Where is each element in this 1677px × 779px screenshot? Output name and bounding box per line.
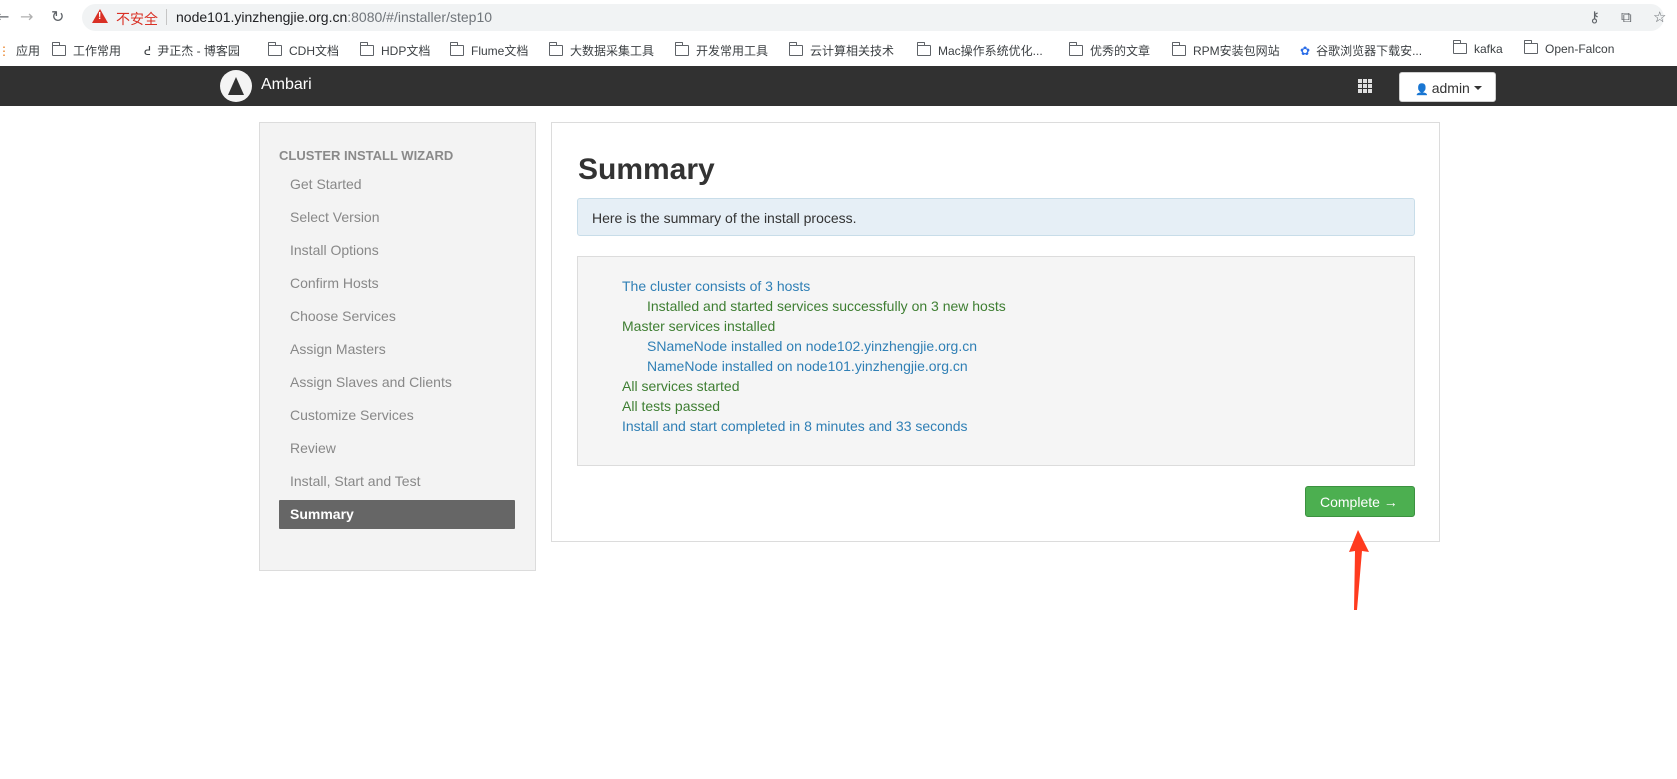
bookmark-folder[interactable]: 优秀的文章 <box>1068 42 1151 59</box>
bookmark-folder[interactable]: CDH文档 <box>267 42 339 59</box>
info-alert: Here is the summary of the install proce… <box>577 198 1415 236</box>
folder-icon <box>1068 42 1083 56</box>
bookmark-label: 谷歌浏览器下载安... <box>1316 44 1423 58</box>
summary-box: The cluster consists of 3 hosts Installe… <box>577 256 1415 466</box>
bookmark-label: 工作常用 <box>73 44 122 58</box>
wizard-sidebar: CLUSTER INSTALL WIZARD Get Started Selec… <box>259 122 536 571</box>
summary-line-snamenode: SNameNode installed on node102.yinzhengj… <box>647 338 977 354</box>
ambari-logo-icon[interactable] <box>220 70 252 102</box>
annotation-arrow-icon <box>1349 530 1369 610</box>
apps-icon: ⋮ <box>0 44 10 58</box>
sidebar-item-review[interactable]: Review <box>279 434 515 463</box>
views-grid-icon[interactable] <box>1358 79 1372 93</box>
url-path: :8080/#/installer/step10 <box>347 9 493 25</box>
folder-icon <box>449 42 464 56</box>
bookmark-label: RPM安装包网站 <box>1193 44 1280 58</box>
summary-line-tests-passed: All tests passed <box>622 398 721 414</box>
bookmark-label: Mac操作系统优化... <box>938 44 1043 58</box>
folder-icon <box>916 42 931 56</box>
bookmark-label: 云计算相关技术 <box>810 44 895 58</box>
bookmark-folder[interactable]: 开发常用工具 <box>674 42 769 59</box>
bookmark-folder[interactable]: HDP文档 <box>359 42 431 59</box>
folder-icon <box>51 42 66 56</box>
bookmark-label: 优秀的文章 <box>1090 44 1151 58</box>
brand-name[interactable]: Ambari <box>261 76 312 94</box>
summary-line-installed: Installed and started services successfu… <box>647 298 1006 314</box>
star-icon[interactable]: ☆ <box>1653 8 1666 26</box>
bookmark-folder[interactable]: 大数据采集工具 <box>548 42 655 59</box>
bookmark-label: Open-Falcon <box>1545 42 1615 56</box>
bookmark-label: Flume文档 <box>471 44 529 58</box>
folder-icon <box>267 42 282 56</box>
summary-line-masters: Master services installed <box>622 318 776 334</box>
forward-arrow-icon[interactable]: → <box>20 7 33 26</box>
sidebar-item-choose-services[interactable]: Choose Services <box>279 302 515 331</box>
complete-button[interactable]: Complete → <box>1305 486 1415 517</box>
baidu-icon: ✿ <box>1300 44 1311 58</box>
sidebar-item-summary[interactable]: Summary <box>279 500 515 529</box>
warning-icon <box>92 9 108 23</box>
caret-down-icon <box>1473 86 1482 90</box>
folder-icon <box>1171 42 1186 56</box>
user-menu-button[interactable]: 👤 admin <box>1399 72 1496 102</box>
bookmark-label: 大数据采集工具 <box>570 44 655 58</box>
folder-icon <box>674 42 689 56</box>
sidebar-title: CLUSTER INSTALL WIZARD <box>279 148 454 163</box>
user-icon: 👤 <box>1415 83 1429 96</box>
user-label: admin <box>1431 80 1470 96</box>
bookmarks-bar: ⋮ 应用 工作常用 ᕍ 尹正杰 - 博客园 CDH文档 HDP文档 Flume文档 … <box>0 36 1677 64</box>
folder-icon <box>548 42 563 56</box>
summary-line-duration: Install and start completed in 8 minutes… <box>622 418 968 434</box>
summary-line-services-started: All services started <box>622 378 740 394</box>
folder-icon <box>1523 40 1538 54</box>
sidebar-item-select-version[interactable]: Select Version <box>279 203 515 232</box>
top-navbar: Ambari 👤 admin <box>0 66 1677 106</box>
page-title: Summary <box>578 153 715 186</box>
bookmark-folder[interactable]: 云计算相关技术 <box>788 42 895 59</box>
sidebar-item-confirm-hosts[interactable]: Confirm Hosts <box>279 269 515 298</box>
key-icon[interactable]: ⚷ <box>1589 8 1600 26</box>
folder-icon <box>788 42 803 56</box>
bookmark-folder[interactable]: Mac操作系统优化... <box>916 42 1043 59</box>
sidebar-item-install-options[interactable]: Install Options <box>279 236 515 265</box>
reload-icon[interactable]: ↻ <box>51 7 64 26</box>
browser-toolbar: ← → ↻ 不安全 node101.yinzhengjie.org.cn:808… <box>0 0 1677 34</box>
sidebar-item-assign-slaves[interactable]: Assign Slaves and Clients <box>279 368 515 397</box>
sidebar-item-assign-masters[interactable]: Assign Masters <box>279 335 515 364</box>
translate-icon[interactable]: ⧉ <box>1621 8 1632 26</box>
bookmark-label: 应用 <box>16 44 41 58</box>
summary-line-hosts: The cluster consists of 3 hosts <box>622 278 811 294</box>
bookmark-label: kafka <box>1474 42 1503 56</box>
back-arrow-icon[interactable]: ← <box>0 7 9 26</box>
bookmark-label: 开发常用工具 <box>696 44 769 58</box>
bookmark-apps[interactable]: ⋮ 应用 <box>0 42 40 59</box>
bookmark-blog[interactable]: ᕍ 尹正杰 - 博客园 <box>144 42 240 59</box>
blog-icon: ᕍ <box>144 44 152 58</box>
bookmark-label: CDH文档 <box>289 44 339 58</box>
sidebar-item-customize-services[interactable]: Customize Services <box>279 401 515 430</box>
bookmark-folder[interactable]: Flume文档 <box>449 42 529 59</box>
sidebar-item-install-start-test[interactable]: Install, Start and Test <box>279 467 515 496</box>
bookmark-baidu[interactable]: ✿ 谷歌浏览器下载安... <box>1300 42 1422 59</box>
folder-icon <box>359 42 374 56</box>
bookmark-folder[interactable]: kafka <box>1452 40 1503 56</box>
url-host: node101.yinzhengjie.org.cn <box>176 9 348 25</box>
security-label: 不安全 <box>116 11 158 27</box>
bookmark-folder[interactable]: RPM安装包网站 <box>1171 42 1280 59</box>
summary-line-namenode: NameNode installed on node101.yinzhengji… <box>647 358 968 374</box>
bookmark-folder[interactable]: 工作常用 <box>51 42 122 59</box>
sidebar-item-get-started[interactable]: Get Started <box>279 170 515 199</box>
bookmark-label: HDP文档 <box>381 44 431 58</box>
bookmark-folder[interactable]: Open-Falcon <box>1523 40 1615 56</box>
url-separator <box>166 9 167 25</box>
url-text[interactable]: node101.yinzhengjie.org.cn:8080/#/instal… <box>176 9 492 25</box>
main-panel: Summary Here is the summary of the insta… <box>551 122 1440 542</box>
bookmark-label: 尹正杰 - 博客园 <box>157 44 240 58</box>
folder-icon <box>1452 40 1467 54</box>
